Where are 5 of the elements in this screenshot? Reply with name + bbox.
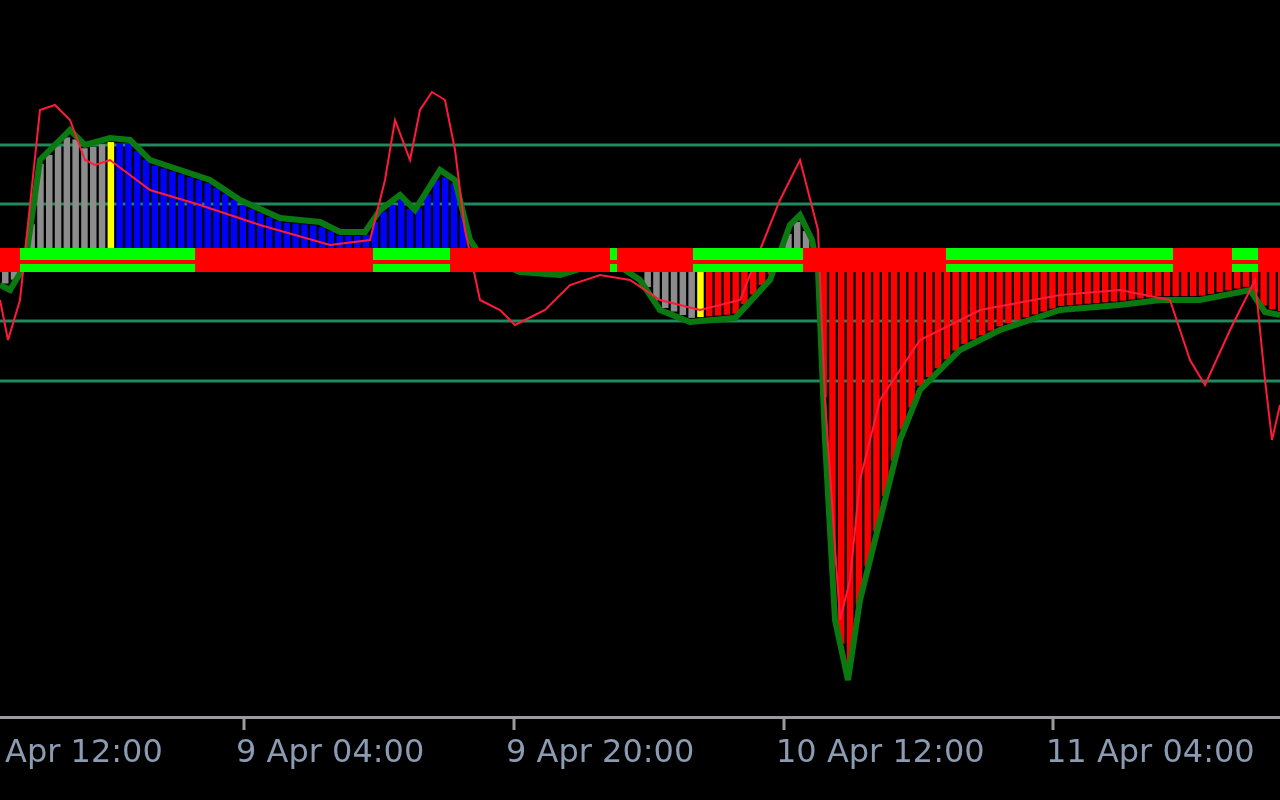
time-axis-label: 10 Apr 12:00 bbox=[776, 732, 985, 770]
time-axis-label: 9 Apr 04:00 bbox=[236, 732, 425, 770]
time-axis-label: Apr 12:00 bbox=[5, 732, 163, 770]
time-axis-label: 11 Apr 04:00 bbox=[1046, 732, 1255, 770]
time-axis-label: 9 Apr 20:00 bbox=[506, 732, 695, 770]
